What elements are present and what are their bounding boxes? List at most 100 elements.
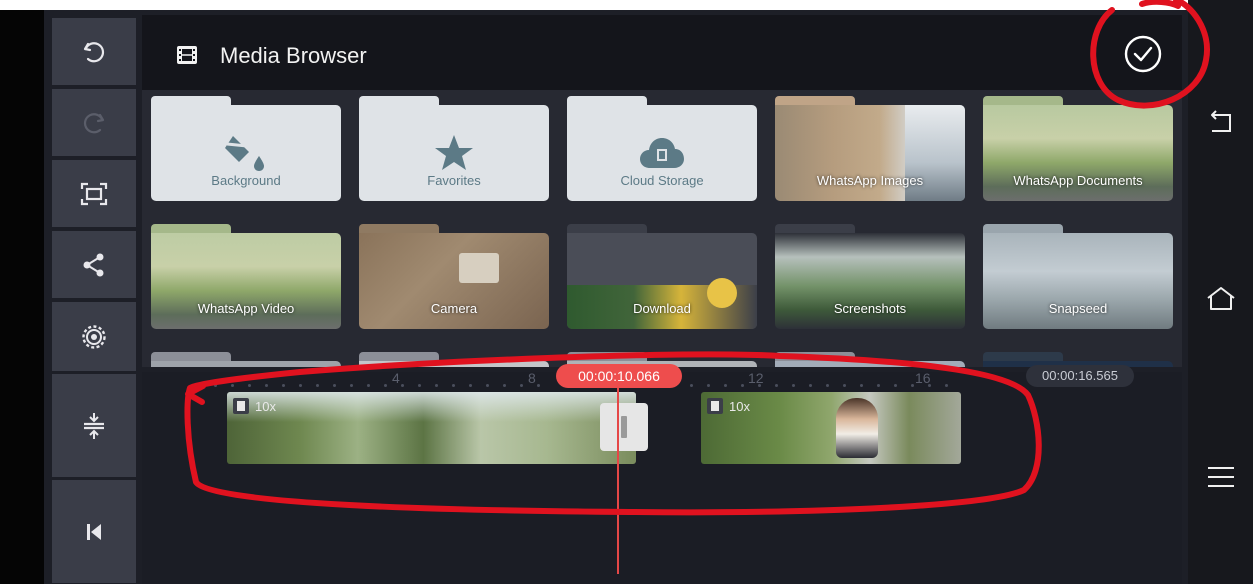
star-icon	[435, 135, 473, 170]
ruler-tick	[520, 384, 523, 387]
film-icon	[233, 398, 249, 414]
ruler-tick	[945, 384, 948, 387]
ruler-tick	[894, 384, 897, 387]
system-nav-bar	[1188, 0, 1253, 584]
redo-icon	[83, 112, 105, 133]
page-title: Media Browser	[220, 43, 367, 68]
fullscreen-icon	[80, 182, 108, 205]
share-button[interactable]	[52, 231, 136, 298]
ruler-tick	[214, 384, 217, 387]
folder-whatsapp-video[interactable]: WhatsApp Video	[151, 224, 341, 329]
folder-label: Cloud Storage	[620, 173, 704, 188]
undo-icon	[83, 41, 105, 62]
folder-partial[interactable]	[151, 352, 341, 367]
ruler-tick	[299, 384, 302, 387]
folder-label: Download	[633, 301, 691, 316]
folder-partial[interactable]	[775, 352, 965, 367]
share-icon	[83, 253, 104, 276]
folder-whatsapp-images[interactable]: WhatsApp Images	[775, 96, 965, 201]
ruler-tick	[911, 384, 914, 387]
jump-to-start-button[interactable]	[52, 480, 136, 583]
total-duration: 00:00:16.565	[1026, 365, 1134, 387]
folder-screenshots[interactable]: Screenshots	[775, 224, 965, 329]
ruler-tick	[418, 384, 421, 387]
ruler-tick	[316, 384, 319, 387]
folder-label: Screenshots	[833, 301, 907, 316]
undo-button[interactable]	[52, 18, 136, 85]
ruler-tick	[707, 384, 710, 387]
redo-button[interactable]	[52, 89, 136, 156]
ruler-label: 12	[748, 370, 764, 386]
settings-button[interactable]	[52, 302, 136, 371]
video-clip[interactable]: 10x	[227, 392, 636, 464]
left-edge	[0, 10, 44, 584]
ruler-tick	[401, 384, 404, 387]
ruler-tick	[809, 384, 812, 387]
clip-speed: 10x	[729, 398, 750, 414]
folder-download[interactable]: Download	[567, 224, 757, 329]
folder-favorites[interactable]: Favorites	[359, 96, 549, 201]
folder-snapseed[interactable]: Snapseed	[983, 224, 1173, 329]
jump-to-start-icon	[87, 523, 101, 540]
split-icon	[84, 412, 104, 439]
video-clip[interactable]: 10x	[701, 392, 961, 464]
ruler-label: 16	[915, 370, 931, 386]
ruler-tick	[486, 384, 489, 387]
left-toolbar	[52, 18, 136, 371]
ruler-tick	[282, 384, 285, 387]
ruler-tick	[741, 384, 744, 387]
folder-camera[interactable]: Camera	[359, 224, 549, 329]
folder-label: WhatsApp Images	[816, 173, 924, 188]
confirm-check-button[interactable]	[1122, 33, 1164, 75]
ruler-tick	[503, 384, 506, 387]
folder-label: WhatsApp Documents	[1013, 173, 1143, 188]
split-button[interactable]	[52, 374, 136, 477]
video-editor: Media Browser Background Favorites Cloud…	[44, 10, 1188, 584]
ruler-tick	[826, 384, 829, 387]
ruler-label: 8	[528, 370, 536, 386]
ruler-tick	[537, 384, 540, 387]
ruler-tick	[843, 384, 846, 387]
folder-cloud-storage[interactable]: Cloud Storage	[567, 96, 757, 201]
ruler-tick	[435, 384, 438, 387]
ruler-tick	[384, 384, 387, 387]
paint-bucket-icon	[225, 136, 264, 171]
folder-label: WhatsApp Video	[197, 301, 295, 316]
ruler-tick	[877, 384, 880, 387]
timeline-toolbar	[52, 374, 136, 583]
media-grid: Background Favorites Cloud Storage Whats…	[142, 90, 1182, 367]
ruler-tick	[469, 384, 472, 387]
ruler-tick	[350, 384, 353, 387]
playhead[interactable]	[617, 388, 619, 574]
ruler-tick	[724, 384, 727, 387]
ruler-tick	[792, 384, 795, 387]
folder-label: Snapseed	[1048, 301, 1108, 316]
folder-partial[interactable]	[359, 352, 549, 367]
cloud-icon	[640, 138, 684, 168]
playhead-time[interactable]: 00:00:10.066	[556, 364, 682, 388]
transition-button[interactable]	[600, 403, 648, 451]
fullscreen-button[interactable]	[52, 160, 136, 227]
ruler-tick	[333, 384, 336, 387]
back-icon[interactable]	[1204, 106, 1238, 140]
ruler-tick	[367, 384, 370, 387]
settings-icon	[82, 324, 106, 349]
ruler-tick	[775, 384, 778, 387]
clip-speed: 10x	[255, 398, 276, 414]
ruler-tick	[231, 384, 234, 387]
menu-icon[interactable]	[1204, 460, 1238, 494]
ruler-tick	[452, 384, 455, 387]
ruler-tick	[860, 384, 863, 387]
folder-label: Camera	[430, 301, 478, 316]
ruler-label: 4	[392, 370, 400, 386]
folder-background[interactable]: Background	[151, 96, 341, 201]
ruler-tick	[248, 384, 251, 387]
home-icon[interactable]	[1204, 282, 1238, 316]
ruler-tick	[265, 384, 268, 387]
folder-whatsapp-documents[interactable]: WhatsApp Documents	[983, 96, 1173, 201]
folder-label: Background	[211, 173, 281, 188]
folder-label: Favorites	[427, 173, 481, 188]
film-icon	[177, 46, 197, 64]
media-browser-header: Media Browser	[142, 15, 1182, 90]
screen: Media Browser Background Favorites Cloud…	[0, 0, 1253, 584]
